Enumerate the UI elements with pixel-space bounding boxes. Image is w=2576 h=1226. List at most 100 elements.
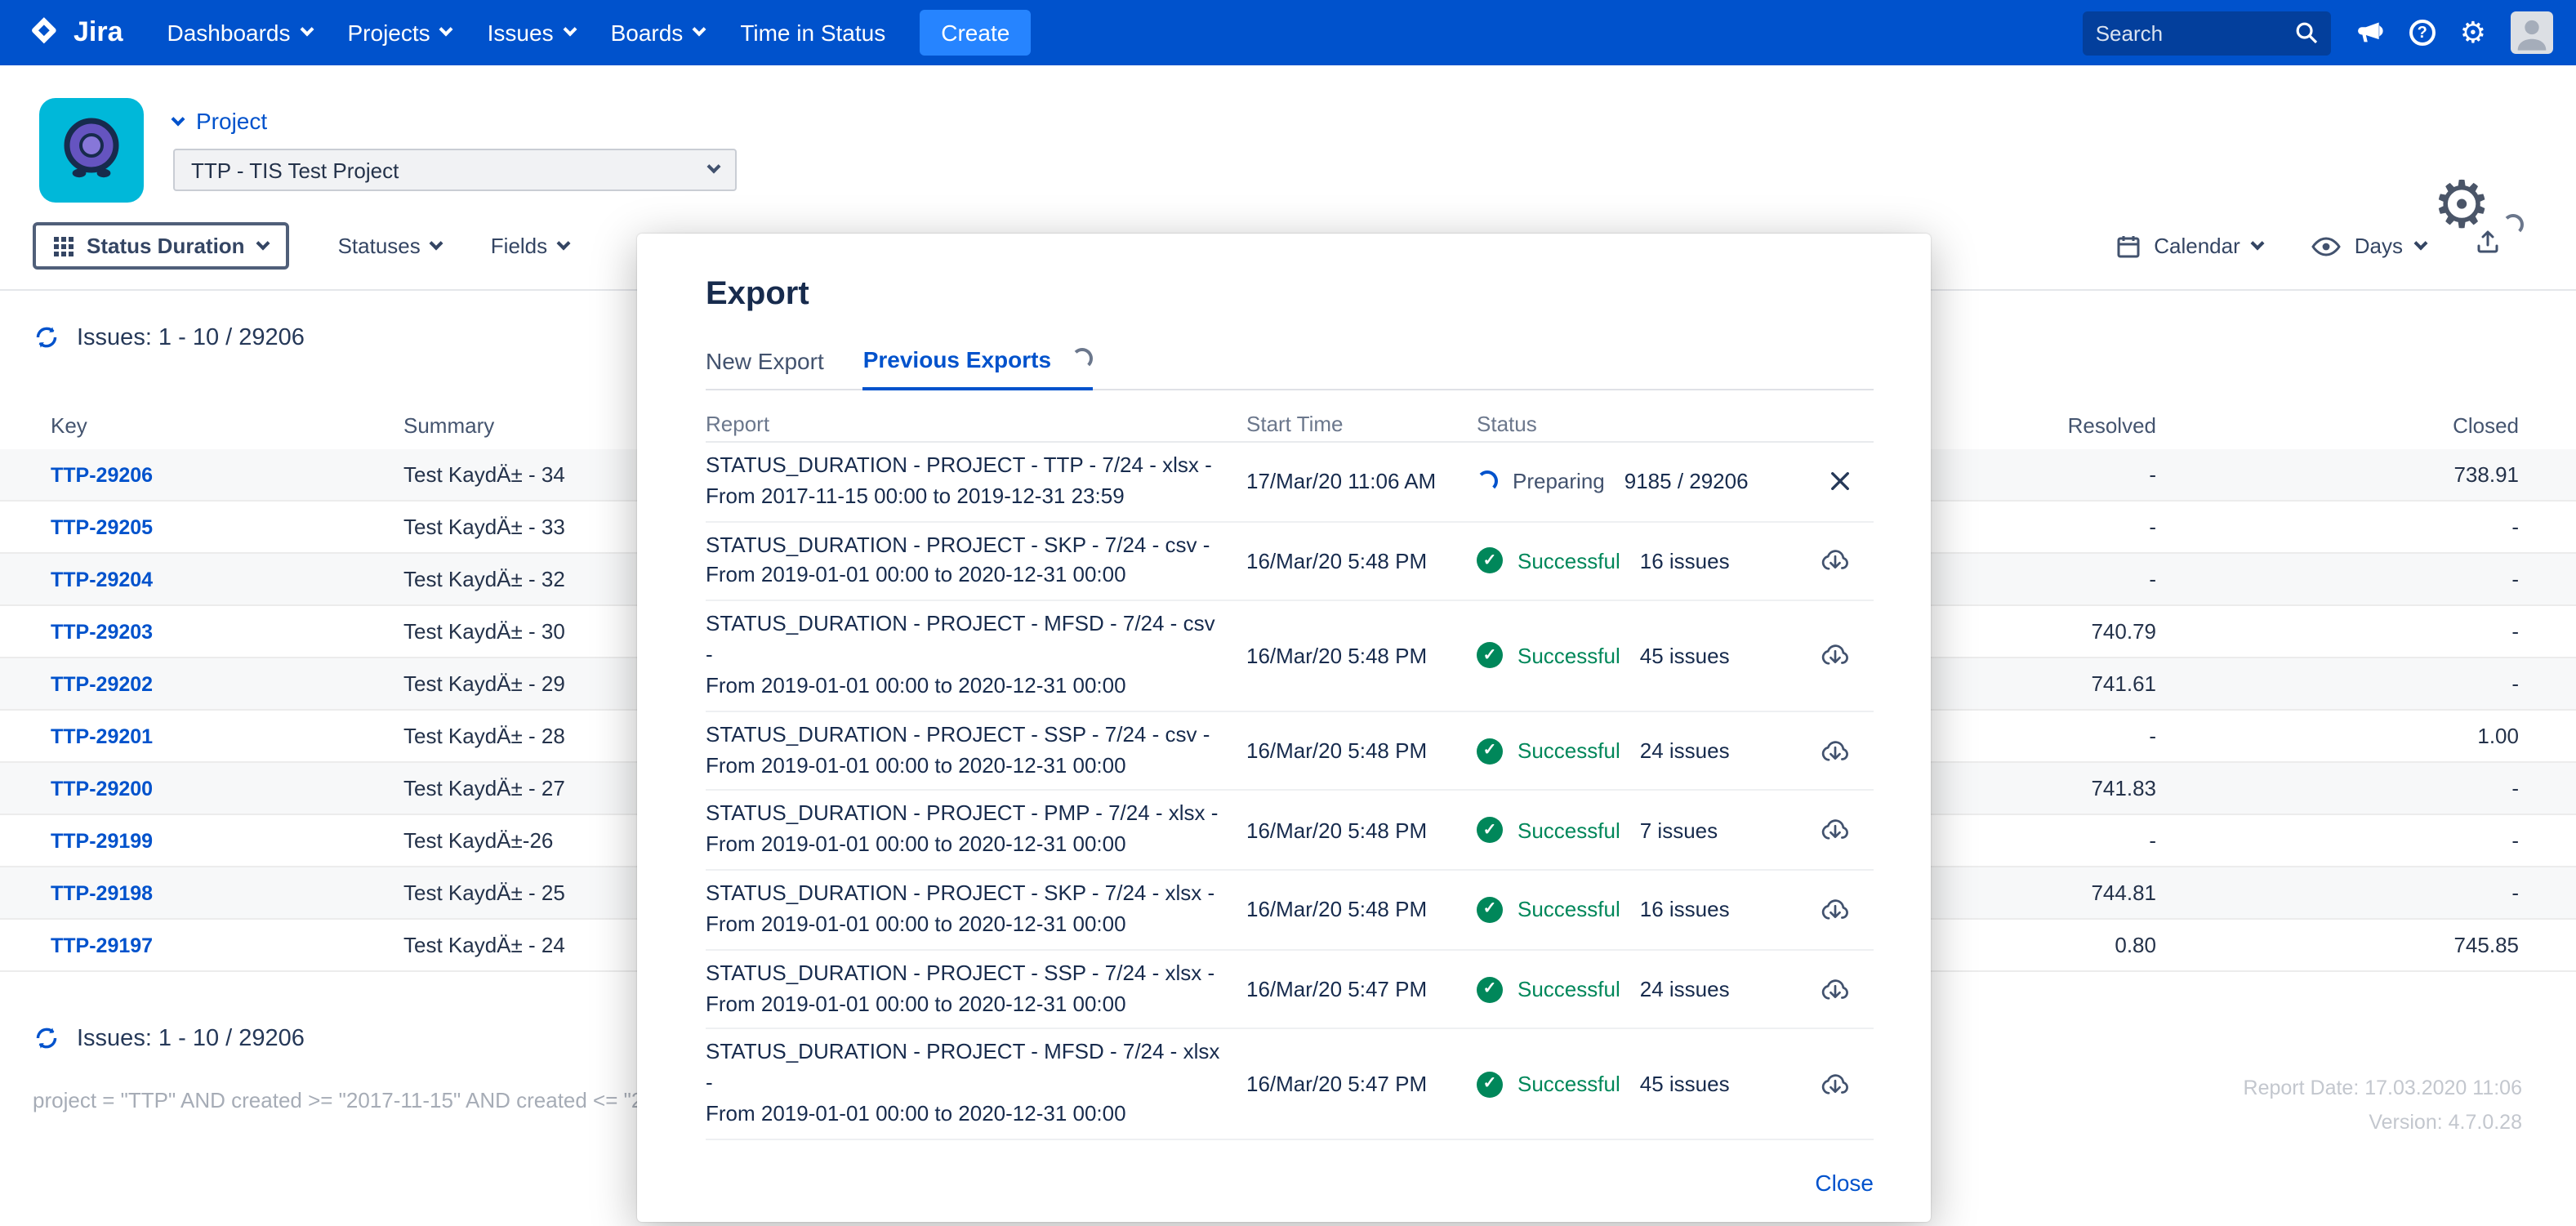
tab-previous-exports[interactable]: Previous Exports <box>863 346 1092 390</box>
issue-key-link[interactable]: TTP-29197 <box>51 934 153 957</box>
export-status-label: Successful <box>1518 738 1620 763</box>
chevron-down-icon <box>300 23 314 37</box>
statuses-dropdown[interactable]: Statuses <box>338 234 442 258</box>
issue-key-link[interactable]: TTP-29198 <box>51 882 153 905</box>
export-button[interactable] <box>2475 229 2501 263</box>
download-cloud-icon <box>1820 738 1851 764</box>
nav-item-label: Issues <box>488 20 554 46</box>
user-avatar[interactable] <box>2511 11 2553 54</box>
export-report-line1: STATUS_DURATION - PROJECT - PMP - 7/24 -… <box>706 800 1223 831</box>
project-avatar <box>39 98 144 203</box>
export-status-label: Successful <box>1518 549 1620 573</box>
days-dropdown[interactable]: Days <box>2312 234 2426 258</box>
search-icon[interactable] <box>2295 21 2318 44</box>
nav-item-projects[interactable]: Projects <box>330 0 470 65</box>
issue-closed-cell: - <box>2156 880 2576 905</box>
export-status-label: Successful <box>1518 818 1620 843</box>
jira-app: Jira Dashboards Projects Issues Boards T… <box>0 0 2576 1225</box>
jira-logo-text: Jira <box>74 16 123 49</box>
issue-key-link[interactable]: TTP-29203 <box>51 621 153 644</box>
download-export-button[interactable] <box>1820 1071 1851 1097</box>
status-duration-button[interactable]: Status Duration <box>33 222 289 270</box>
export-row: STATUS_DURATION - PROJECT - SSP - 7/24 -… <box>706 711 1874 791</box>
gear-icon[interactable]: ⚙ <box>2460 18 2486 47</box>
cancel-export-button[interactable] <box>1829 470 1851 492</box>
export-status-cell: ✓ Successful 45 issues <box>1477 1071 1874 1097</box>
issue-key-cell: TTP-29203 <box>0 619 403 644</box>
issue-closed-cell: 1.00 <box>2156 724 2576 748</box>
chevron-down-icon <box>256 236 270 250</box>
breadcrumb[interactable]: Project <box>173 108 737 134</box>
column-header-key: Key <box>0 412 403 437</box>
chevron-down-icon <box>2251 236 2265 250</box>
nav-item-issues[interactable]: Issues <box>470 0 593 65</box>
export-status-detail: 16 issues <box>1640 549 1730 573</box>
export-status-detail: 45 issues <box>1640 1072 1730 1096</box>
export-report-line1: STATUS_DURATION - PROJECT - SSP - 7/24 -… <box>706 720 1223 751</box>
export-status-cell: ✓ Successful 24 issues <box>1477 738 1874 764</box>
column-header-closed: Closed <box>2156 412 2576 437</box>
issue-closed-cell: 738.91 <box>2156 462 2576 487</box>
fields-dropdown[interactable]: Fields <box>491 234 568 258</box>
export-status-label: Successful <box>1518 1072 1620 1096</box>
export-report-name: STATUS_DURATION - PROJECT - SSP - 7/24 -… <box>706 959 1246 1020</box>
refresh-icon[interactable] <box>33 1024 60 1052</box>
top-nav: Jira Dashboards Projects Issues Boards T… <box>0 0 2576 65</box>
issue-key-link[interactable]: TTP-29202 <box>51 673 153 696</box>
export-status-detail: 9185 / 29206 <box>1624 469 1749 493</box>
export-report-line1: STATUS_DURATION - PROJECT - SSP - 7/24 -… <box>706 959 1223 990</box>
jira-logo[interactable]: Jira <box>26 15 123 51</box>
issue-closed-cell: - <box>2156 671 2576 696</box>
announcement-icon[interactable] <box>2355 20 2385 46</box>
export-start-time: 17/Mar/20 11:06 AM <box>1246 469 1477 493</box>
issue-key-link[interactable]: TTP-29204 <box>51 568 153 591</box>
export-report-line2: From 2017-11-15 00:00 to 2019-12-31 23:5… <box>706 481 1223 512</box>
modal-footer: Close <box>706 1140 1874 1222</box>
close-button[interactable]: Close <box>1815 1170 1874 1196</box>
issue-closed-cell: - <box>2156 828 2576 853</box>
help-icon[interactable]: ? <box>2409 20 2436 46</box>
download-cloud-icon <box>1820 1071 1851 1097</box>
issue-key-link[interactable]: TTP-29199 <box>51 830 153 853</box>
export-status-cell: ✓ Successful 7 issues <box>1477 818 1874 844</box>
issue-key-cell: TTP-29200 <box>0 776 403 800</box>
refresh-icon[interactable] <box>33 323 60 351</box>
nav-item-label: Projects <box>348 20 430 46</box>
jql-query-text: project = "TTP" AND created >= "2017-11-… <box>33 1088 637 1112</box>
issue-key-link[interactable]: TTP-29205 <box>51 516 153 539</box>
project-select[interactable]: TTP - TIS Test Project <box>173 149 737 191</box>
download-export-button[interactable] <box>1820 643 1851 669</box>
export-row: STATUS_DURATION - PROJECT - TTP - 7/24 -… <box>706 443 1874 522</box>
export-status-label: Successful <box>1518 644 1620 668</box>
search-box[interactable] <box>2083 11 2331 55</box>
nav-item-dashboards[interactable]: Dashboards <box>149 0 330 65</box>
issue-key-link[interactable]: TTP-29200 <box>51 778 153 800</box>
issue-closed-cell: - <box>2156 567 2576 591</box>
nav-item-time-in-status[interactable]: Time in Status <box>722 0 903 65</box>
download-export-button[interactable] <box>1820 976 1851 1002</box>
download-export-button[interactable] <box>1820 548 1851 574</box>
export-table-body: STATUS_DURATION - PROJECT - TTP - 7/24 -… <box>706 443 1874 1140</box>
issues-count-top: Issues: 1 - 10 / 29206 <box>77 324 305 350</box>
download-export-button[interactable] <box>1820 897 1851 923</box>
search-input[interactable] <box>2096 20 2295 45</box>
export-status-detail: 45 issues <box>1640 644 1730 668</box>
download-export-button[interactable] <box>1820 818 1851 844</box>
issue-closed-cell: - <box>2156 515 2576 539</box>
export-row: STATUS_DURATION - PROJECT - SSP - 7/24 -… <box>706 951 1874 1030</box>
export-modal: Export New Export Previous Exports Repor… <box>637 234 1931 1222</box>
breadcrumb-label: Project <box>196 108 267 134</box>
download-cloud-icon <box>1820 643 1851 669</box>
issue-key-link[interactable]: TTP-29206 <box>51 464 153 487</box>
download-cloud-icon <box>1820 897 1851 923</box>
create-button[interactable]: Create <box>920 10 1031 56</box>
issue-key-link[interactable]: TTP-29201 <box>51 725 153 748</box>
days-label: Days <box>2355 234 2403 258</box>
calendar-dropdown[interactable]: Calendar <box>2115 233 2263 259</box>
tab-new-export[interactable]: New Export <box>706 348 824 389</box>
nav-item-boards[interactable]: Boards <box>593 0 723 65</box>
issue-key-cell: TTP-29202 <box>0 671 403 696</box>
export-status-label: Successful <box>1518 977 1620 1001</box>
download-cloud-icon <box>1820 548 1851 574</box>
download-export-button[interactable] <box>1820 738 1851 764</box>
